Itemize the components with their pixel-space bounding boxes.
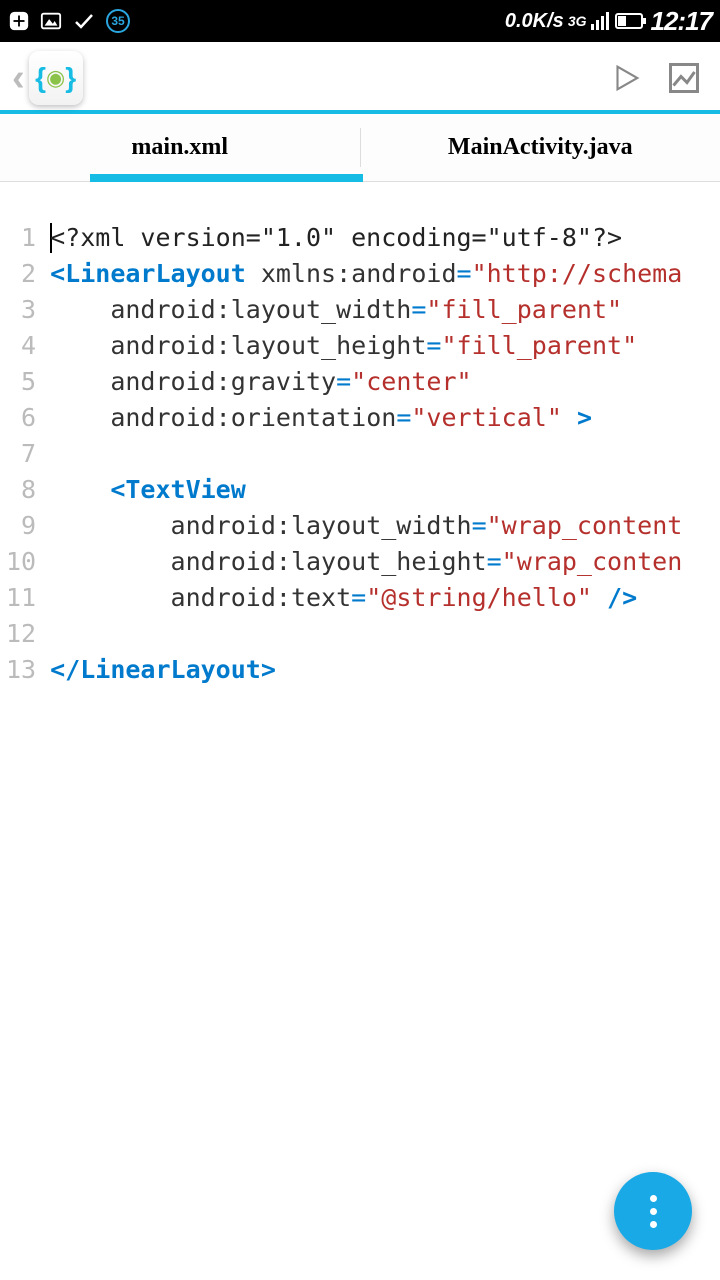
code-punct: />: [592, 583, 637, 612]
tab-label: MainActivity.java: [448, 134, 633, 161]
line-number: 12: [6, 619, 36, 648]
line-number: 2: [21, 259, 36, 288]
code-attr: android:text: [171, 583, 352, 612]
code-attr: android:layout_width: [171, 511, 472, 540]
code-eq: =: [396, 403, 411, 432]
code-tag: <TextView: [110, 475, 245, 504]
code-punct: >: [562, 403, 592, 432]
code-str: "wrap_conten: [502, 547, 683, 576]
play-icon: [609, 61, 643, 95]
signal-icon: [591, 12, 611, 30]
code-attr: android:gravity: [110, 367, 336, 396]
code-attr: android:layout_height: [171, 547, 487, 576]
status-left-group: 35: [8, 9, 130, 33]
line-number: 10: [6, 547, 36, 576]
status-right-group: 0.0K/s 3G 12:17: [505, 6, 712, 37]
code-str: "fill_parent": [426, 295, 622, 324]
line-number: 13: [6, 655, 36, 684]
code-attr: android:layout_width: [110, 295, 411, 324]
code-tag: <LinearLayout: [50, 259, 246, 288]
line-number: 5: [21, 367, 36, 396]
code-str: "wrap_content: [487, 511, 683, 540]
app-toolbar: ‹ {◉}: [0, 46, 720, 114]
clock: 12:17: [651, 6, 713, 37]
circle-badge-icon: 35: [106, 9, 130, 33]
code-eq: =: [351, 583, 366, 612]
checkmark-icon: [72, 9, 96, 33]
code-str: "http://schema: [472, 259, 683, 288]
more-vertical-icon: [650, 1195, 657, 1228]
line-number: 3: [21, 295, 36, 324]
tab-main-activity[interactable]: MainActivity.java: [361, 114, 720, 181]
code-str: "fill_parent": [441, 331, 637, 360]
line-number: 1: [21, 223, 36, 252]
line-number: 8: [21, 475, 36, 504]
android-status-bar: 35 0.0K/s 3G 12:17: [0, 0, 720, 42]
network-type: 3G: [568, 13, 587, 29]
line-number: 4: [21, 331, 36, 360]
line-gutter: 1 2 3 4 5 6 7 8 9 10 11 12 13: [0, 182, 44, 688]
tab-label: main.xml: [131, 134, 228, 161]
picture-icon: [666, 60, 702, 96]
code-eq: =: [457, 259, 472, 288]
code-tag: </LinearLayout>: [50, 655, 276, 684]
code-editor[interactable]: 1 2 3 4 5 6 7 8 9 10 11 12 13 <?xml vers…: [0, 182, 720, 688]
code-eq: =: [411, 295, 426, 324]
fab-more-button[interactable]: [614, 1172, 692, 1250]
code-eq: =: [472, 511, 487, 540]
code-attr: android:layout_height: [110, 331, 426, 360]
design-view-button[interactable]: [660, 54, 708, 102]
code-eq: =: [426, 331, 441, 360]
code-line: <?xml version="1.0" encoding="utf-8"?>: [50, 223, 622, 252]
code-attr: android:orientation: [110, 403, 396, 432]
tab-main-xml[interactable]: main.xml: [0, 114, 360, 181]
line-number: 6: [21, 403, 36, 432]
back-chevron-icon[interactable]: ‹: [12, 57, 25, 100]
code-str: "vertical": [411, 403, 562, 432]
battery-icon: [615, 13, 647, 29]
line-number: 9: [21, 511, 36, 540]
line-number: 7: [21, 439, 36, 468]
code-eq: =: [336, 367, 351, 396]
code-str: "@string/hello": [366, 583, 592, 612]
file-tabs: main.xml MainActivity.java: [0, 114, 720, 182]
code-content[interactable]: <?xml version="1.0" encoding="utf-8"?> <…: [44, 182, 682, 688]
app-logo-icon[interactable]: {◉}: [29, 51, 83, 105]
plus-icon: [8, 10, 30, 32]
code-str: "center": [351, 367, 471, 396]
image-icon: [40, 10, 62, 32]
network-speed: 0.0K/s: [505, 10, 564, 33]
run-button[interactable]: [602, 54, 650, 102]
line-number: 11: [6, 583, 36, 612]
code-attr: xmlns:android: [246, 259, 457, 288]
code-eq: =: [487, 547, 502, 576]
